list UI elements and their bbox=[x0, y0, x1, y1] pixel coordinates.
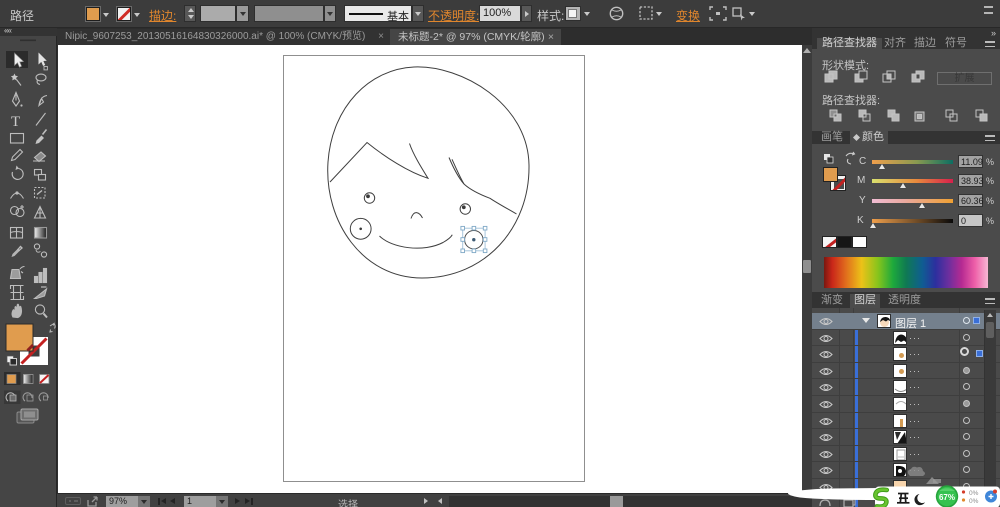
svg-text:T: T bbox=[11, 114, 20, 130]
svg-text:67%: 67% bbox=[939, 493, 955, 502]
svg-text:0%: 0% bbox=[969, 498, 979, 505]
svg-text:0%: 0% bbox=[969, 490, 979, 497]
